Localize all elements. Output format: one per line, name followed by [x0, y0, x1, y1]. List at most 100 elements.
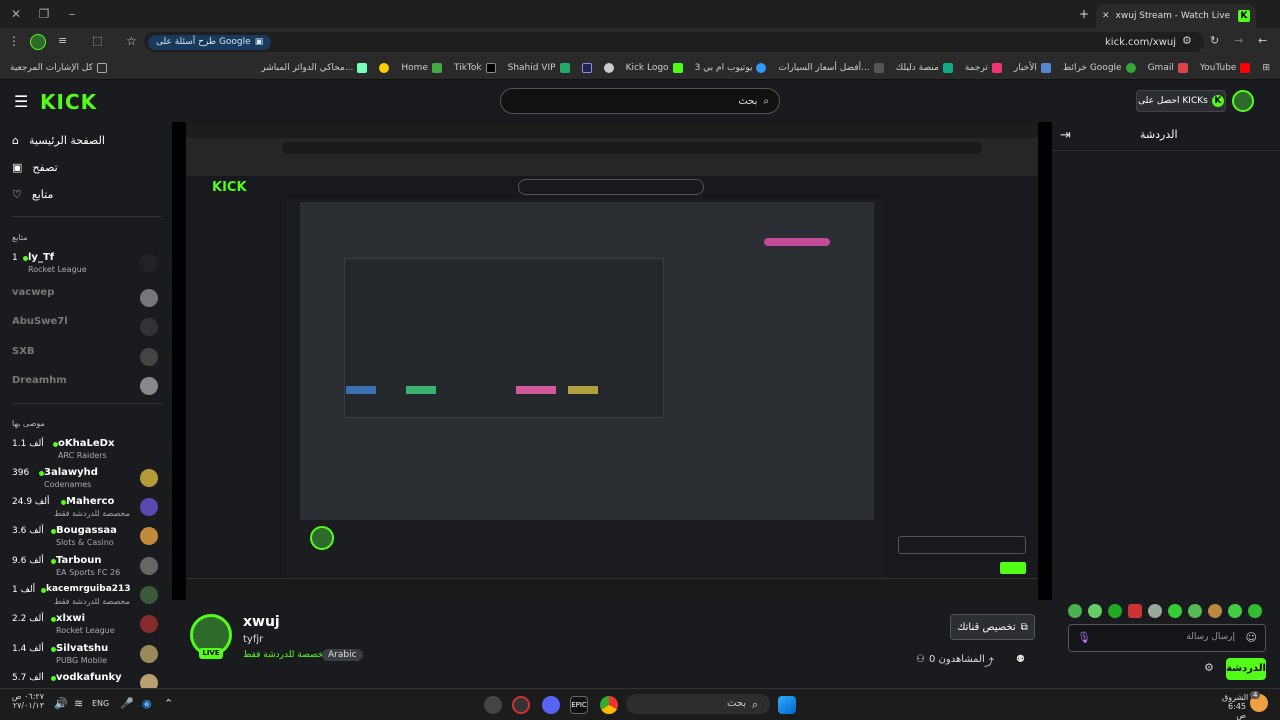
- emoji-icon[interactable]: ☺: [1246, 631, 1257, 644]
- windows-start-icon[interactable]: [778, 696, 796, 714]
- back-icon[interactable]: ←: [1258, 34, 1267, 47]
- apps-grid-icon[interactable]: ⊞: [1262, 63, 1270, 73]
- language-indicator[interactable]: ENG: [92, 699, 109, 708]
- chat-input[interactable]: 🎙 إرسال رسالة ☺: [1068, 624, 1266, 652]
- channel-category: Codenames: [44, 480, 92, 489]
- discord-icon[interactable]: [542, 696, 560, 714]
- reading-list-icon[interactable]: ≡: [58, 34, 67, 47]
- channel-dreamhm[interactable]: Dreamhm: [12, 375, 162, 403]
- reload-icon[interactable]: ↻: [1210, 34, 1219, 47]
- emote-icon[interactable]: [1228, 604, 1242, 618]
- bookmark-item[interactable]: الأخبار: [1014, 62, 1051, 73]
- clock-date: ٢٧/٠١/١٣: [12, 701, 44, 710]
- follow-user-icon[interactable]: ⚉: [1016, 654, 1025, 665]
- omnibox[interactable]: [144, 32, 1204, 52]
- chat-send-button[interactable]: الدردشة: [1226, 658, 1266, 680]
- channel-sxb[interactable]: SXB: [12, 346, 162, 374]
- bookmark-item[interactable]: كل الإشارات المرجعية: [10, 62, 107, 73]
- weather-widget[interactable]: الشروق 6:45 ص: [1222, 693, 1248, 720]
- nav-browse[interactable]: ▣ تصفح: [12, 161, 162, 174]
- channel-tarboun[interactable]: 9.6 ألف Tarboun EA Sports FC 26: [12, 555, 162, 583]
- emote-icon[interactable]: [1108, 604, 1122, 618]
- emote-icon[interactable]: [1188, 604, 1202, 618]
- forward-icon[interactable]: →: [1234, 34, 1243, 47]
- menu-dots-icon[interactable]: ⋮: [8, 34, 20, 48]
- taskbar-search[interactable]: بحث: [626, 694, 770, 714]
- customize-channel-button[interactable]: تخصيص قناتك ⧉: [950, 614, 1035, 640]
- channel-bougassaa[interactable]: 3.6 ألف Bougassaa Slots & Casino: [12, 525, 162, 553]
- site-info-icon[interactable]: ⚙: [1182, 34, 1192, 47]
- clock[interactable]: ٠٦:٢٧ ص ٢٧/٠١/١٣: [10, 692, 44, 710]
- channel-avatar: [140, 318, 158, 336]
- bookmark-item[interactable]: Gmail: [1148, 62, 1188, 73]
- emote-icon[interactable]: [1128, 604, 1142, 618]
- close-tab-icon[interactable]: ✕: [1102, 11, 1110, 21]
- collapse-chat-icon[interactable]: ⇥: [1060, 128, 1071, 143]
- bookmark-item[interactable]: Shahid VIP: [508, 62, 570, 73]
- profile-avatar[interactable]: [30, 34, 46, 50]
- channel-abuswe7l[interactable]: AbuSwe7l: [12, 316, 162, 344]
- language-tag[interactable]: Arabic: [322, 649, 363, 661]
- bookmark-item[interactable]: أفضل أسعار السيارات...: [778, 62, 884, 73]
- channel-3alawyhd[interactable]: 396 3alawyhd Codenames: [12, 467, 162, 495]
- channel-xlxwi[interactable]: 2.2 ألف xlxwi Rocket League: [12, 613, 162, 641]
- channel-okhaledx[interactable]: 1.1 ألف oKhaLeDx ARC Raiders: [12, 438, 162, 466]
- bookmark-item[interactable]: [603, 62, 614, 73]
- settings-app-icon[interactable]: [484, 696, 502, 714]
- channel-maherco[interactable]: 24.9 ألف Maherco مخصصة للدردشة فقط: [12, 496, 162, 524]
- channel-kacemrguiba213[interactable]: 1 ألف kacemrguiba213 مخصصة للدردشة فقط: [12, 584, 162, 612]
- bookmark-item[interactable]: [379, 62, 390, 73]
- tray-app-icon[interactable]: ◉: [142, 697, 152, 710]
- bookmark-item[interactable]: Home: [401, 62, 442, 73]
- bookmark-item[interactable]: يوتيوب ام بي 3: [695, 62, 767, 73]
- bookmark-star-icon[interactable]: ☆: [126, 34, 137, 48]
- extensions-icon[interactable]: ⬚: [92, 34, 102, 47]
- bookmark-label: محاكي الدوائر المباشر...: [261, 62, 354, 73]
- user-avatar[interactable]: [1232, 90, 1254, 112]
- bookmark-item[interactable]: محاكي الدوائر المباشر...: [261, 62, 368, 73]
- google-lens-chip[interactable]: طرح أسئلة على Google ▣: [148, 35, 272, 50]
- emote-icon[interactable]: [1208, 604, 1222, 618]
- new-tab-icon[interactable]: +: [1076, 6, 1092, 22]
- get-kicks-button[interactable]: احصل على KICKs K: [1136, 90, 1226, 112]
- channel-vacwep[interactable]: vacwep: [12, 287, 162, 315]
- emote-icon[interactable]: [1248, 604, 1262, 618]
- emote-icon[interactable]: [1088, 604, 1102, 618]
- bookmark-item[interactable]: [581, 62, 592, 73]
- channel-silvatshu[interactable]: 1.4 ألف Silvatshu PUBG Mobile: [12, 643, 162, 671]
- bookmark-item[interactable]: TikTok: [454, 62, 496, 73]
- search-input[interactable]: بحث ⌕: [500, 88, 780, 114]
- bookmark-item[interactable]: ترجمة: [965, 62, 1002, 73]
- mic-tray-icon[interactable]: 🎤: [120, 697, 134, 710]
- bookmark-item[interactable]: منصة دليلك: [896, 62, 953, 73]
- hamburger-menu-icon[interactable]: ☰: [14, 92, 28, 111]
- wifi-icon[interactable]: ≋: [74, 697, 83, 710]
- app-icon[interactable]: [512, 696, 530, 714]
- bookmark-item[interactable]: خرائط Google: [1063, 62, 1136, 73]
- captured-omnibox: [282, 142, 982, 154]
- channel-vodkafunky[interactable]: 5.7 ألف vodkafunky: [12, 672, 162, 688]
- volume-icon[interactable]: 🔊: [54, 697, 68, 710]
- chrome-icon[interactable]: [600, 696, 618, 714]
- streamer-name[interactable]: xwuj: [243, 614, 280, 630]
- minimize-window-icon[interactable]: –: [64, 6, 80, 22]
- stream-title: tyfjr: [243, 634, 264, 645]
- microphone-icon[interactable]: 🎙: [1077, 631, 1091, 644]
- epic-games-icon[interactable]: EPIC: [570, 696, 588, 714]
- emote-icon[interactable]: [1168, 604, 1182, 618]
- settings-gear-icon[interactable]: ⚙: [1204, 661, 1214, 674]
- nav-following[interactable]: ♡ متابع: [12, 188, 162, 201]
- stream-category[interactable]: مخصصة للدردشة فقط: [243, 650, 328, 660]
- show-hidden-icons-icon[interactable]: ⌃: [164, 697, 173, 710]
- maximize-window-icon[interactable]: ❐: [36, 6, 52, 22]
- share-icon[interactable]: ⤴: [984, 654, 994, 669]
- nav-home[interactable]: ⌂ الصفحة الرئيسية: [12, 134, 162, 147]
- kick-logo[interactable]: KICK: [40, 90, 97, 114]
- bookmark-item[interactable]: Kick Logo: [626, 62, 683, 73]
- bookmark-item[interactable]: YouTube: [1200, 62, 1251, 73]
- emote-icon[interactable]: [1068, 604, 1082, 618]
- channel-ly-tf[interactable]: 1 ly_Tf Rocket League: [12, 252, 162, 280]
- browser-tab[interactable]: ✕ xwuj Stream - Watch Live on Kick K: [1096, 4, 1256, 28]
- close-window-icon[interactable]: ✕: [8, 6, 24, 22]
- emote-icon[interactable]: [1148, 604, 1162, 618]
